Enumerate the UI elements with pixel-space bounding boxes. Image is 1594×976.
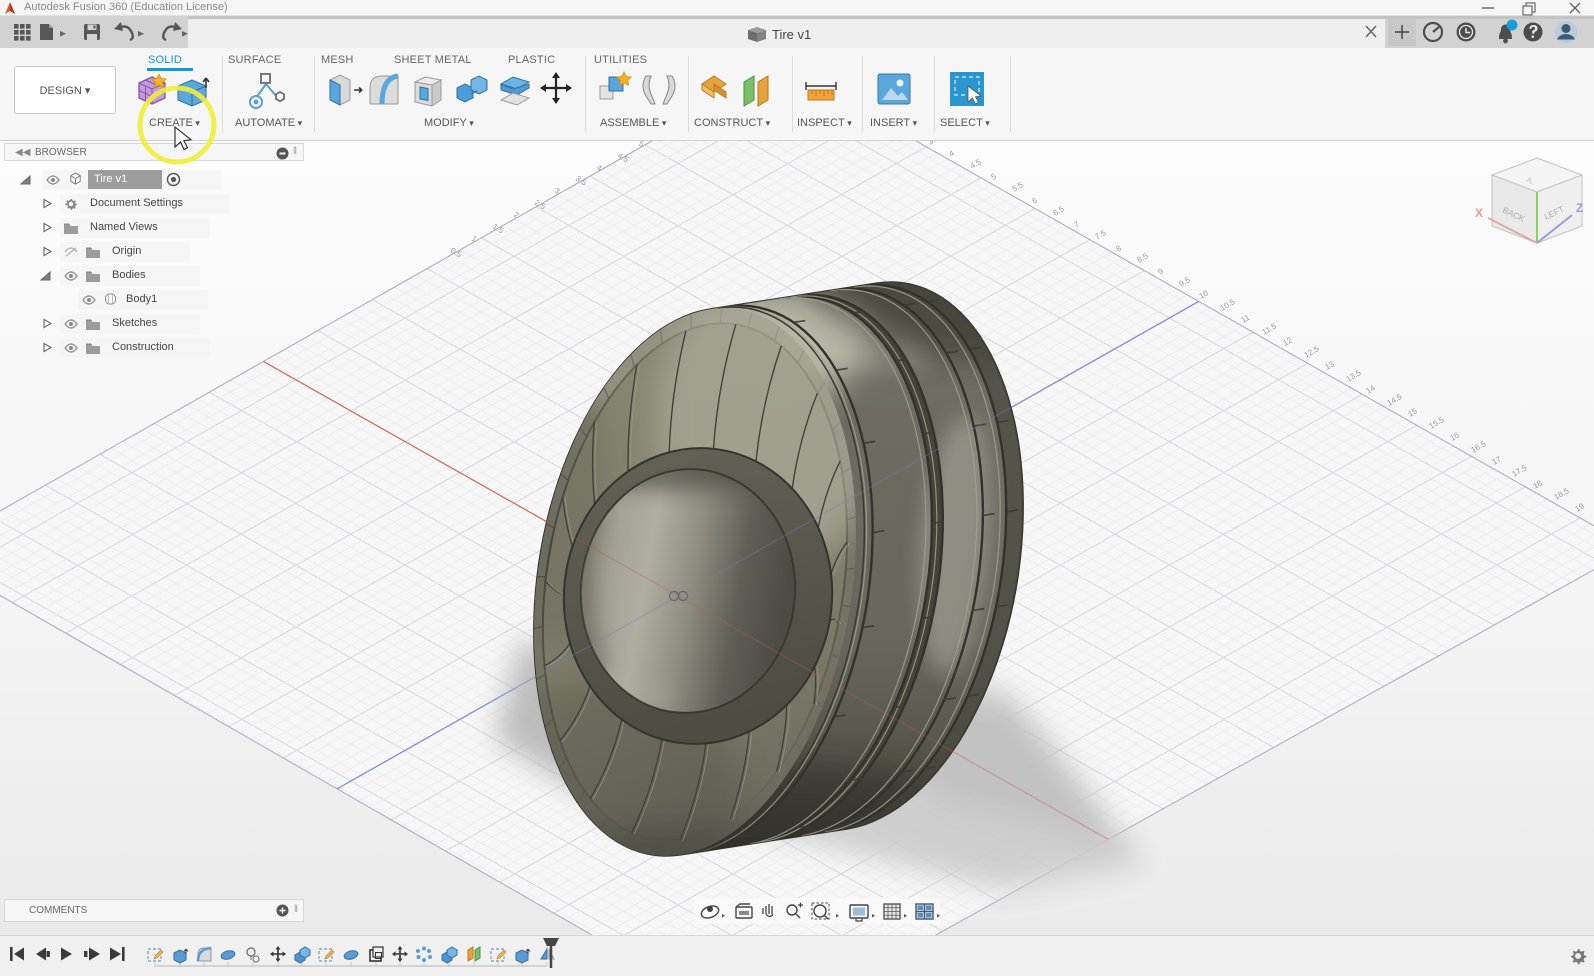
svg-text:Tire v1: Tire v1 (772, 27, 811, 42)
svg-text:Z: Z (1576, 201, 1583, 215)
svg-text:X: X (1475, 206, 1483, 220)
